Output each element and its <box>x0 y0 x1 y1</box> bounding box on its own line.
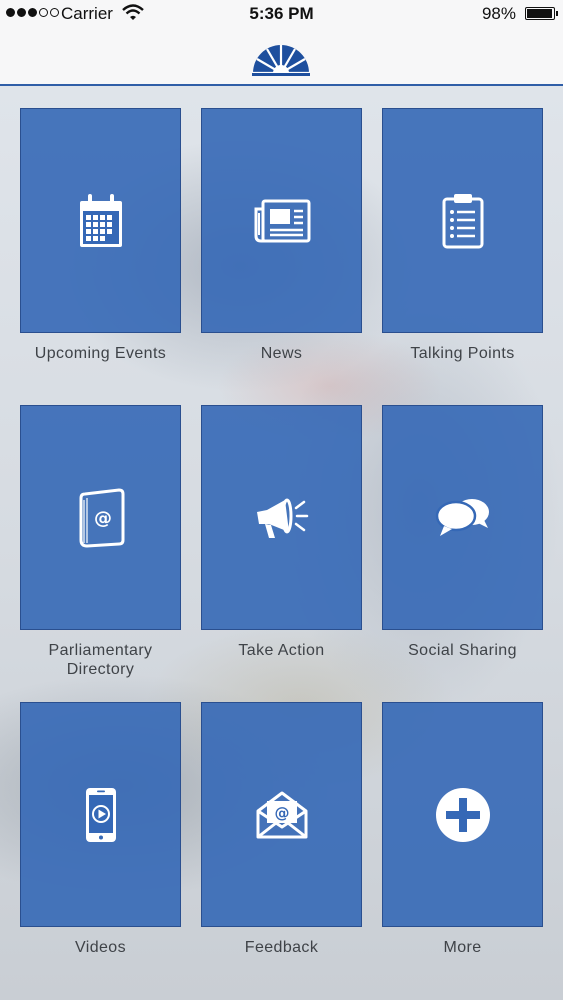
semicircle-fan-logo-icon <box>252 45 310 76</box>
news-tile[interactable] <box>201 108 362 333</box>
address-book-icon: @ <box>79 487 124 548</box>
parliamentary-directory-tile[interactable]: @ <box>20 405 181 630</box>
phone-video-icon <box>85 787 116 842</box>
email-envelope-icon: @ <box>256 791 307 838</box>
clipboard-list-icon <box>442 193 483 248</box>
status-time: 5:36 PM <box>249 4 314 23</box>
battery-icon <box>525 7 558 20</box>
take-action-tile[interactable] <box>201 405 362 630</box>
videos-tile[interactable] <box>20 702 181 927</box>
status-bar: Carrier 5:36 PM 98% <box>0 0 563 28</box>
navigation-bar <box>0 28 563 86</box>
talking-points-tile[interactable] <box>382 108 543 333</box>
megaphone-icon <box>256 498 308 538</box>
calendar-icon <box>79 193 122 247</box>
battery-percent: 98% <box>481 4 516 23</box>
news-label: News <box>260 345 303 362</box>
talking-points-label: Talking Points <box>410 345 515 362</box>
videos-label: Videos <box>74 939 127 956</box>
feedback-tile[interactable]: @ <box>201 702 362 927</box>
newspaper-icon <box>254 199 310 242</box>
social-sharing-tile[interactable] <box>382 405 543 630</box>
more-tile[interactable] <box>382 702 543 927</box>
parliamentary-directory-label: Parliamentary Directory <box>48 642 153 678</box>
social-sharing-label: Social Sharing <box>408 642 517 659</box>
take-action-label: Take Action <box>238 642 325 659</box>
upcoming-events-tile[interactable] <box>20 108 181 333</box>
upcoming-events-label: Upcoming Events <box>34 345 167 362</box>
chat-bubbles-icon <box>435 498 489 536</box>
plus-circle-icon <box>435 787 490 842</box>
svg-text:@: @ <box>274 804 289 822</box>
svg-text:@: @ <box>94 508 112 529</box>
more-label: More <box>443 939 482 956</box>
feedback-label: Feedback <box>244 939 319 956</box>
